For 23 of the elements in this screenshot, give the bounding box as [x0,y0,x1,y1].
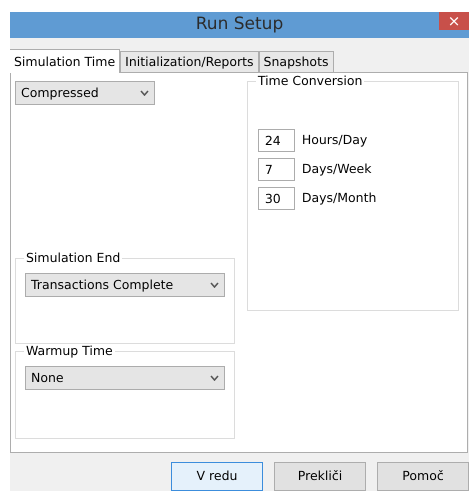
dialog-button[interactable]: V redu [171,462,263,491]
number-field[interactable]: 30 [258,187,295,210]
dialog-button[interactable]: Pomoč [377,462,469,491]
tab[interactable]: Simulation Time [10,49,120,73]
caret-icon [210,375,219,381]
unit-label: Days/Week [302,160,372,178]
number-field[interactable]: 7 [258,158,295,181]
number-field[interactable]: 24 [258,129,295,152]
window-title: Run Setup [196,13,284,36]
unit-label: Hours/Day [302,131,368,150]
tab[interactable]: Snapshots [258,51,334,72]
tab[interactable]: Initialization/Reports [120,51,259,72]
unit-label: Days/Month [302,189,376,208]
caret-icon [140,90,149,96]
close-button[interactable]: × [439,12,469,30]
warmup-time-dropdown[interactable]: None [25,366,225,390]
caret-icon [210,282,219,288]
group-label: Warmup Time [24,344,115,358]
group-label: Simulation End [24,251,122,265]
group-label: Time Conversion [256,74,364,88]
simulation-end-dropdown[interactable]: Transactions Complete [25,273,225,297]
time-mode-dropdown[interactable]: Compressed [15,81,155,105]
dialog-button[interactable]: Prekliči [274,462,366,491]
